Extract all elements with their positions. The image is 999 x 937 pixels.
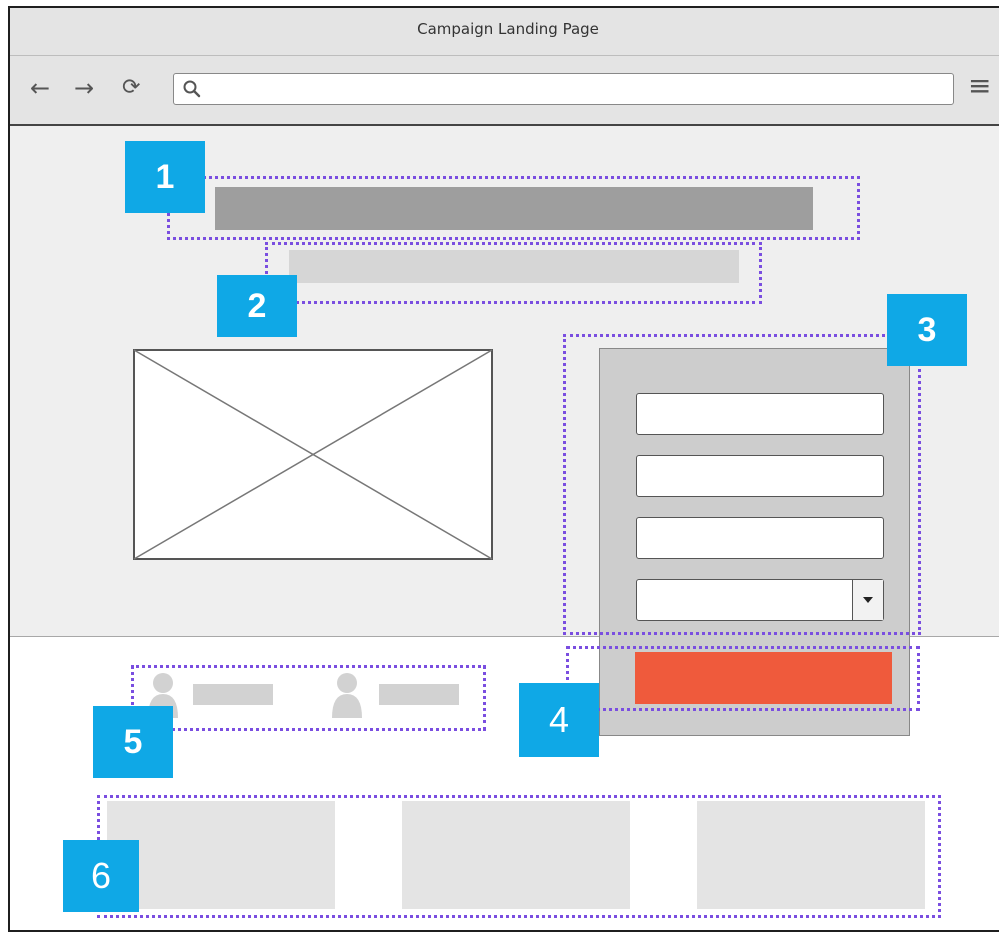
search-icon: [183, 80, 201, 98]
title-bar: Campaign Landing Page: [10, 8, 999, 56]
testimonial-name-placeholder: [379, 684, 459, 705]
callout-2: 2: [217, 275, 297, 337]
subheadline-placeholder: [289, 250, 739, 283]
feature-tile-1: [107, 801, 335, 909]
feature-tile-3: [697, 801, 925, 909]
back-arrow-icon[interactable]: ←: [30, 76, 50, 100]
headline-placeholder: [215, 187, 813, 230]
form-outline: [563, 334, 921, 635]
testimonial-name-placeholder: [193, 684, 273, 705]
user-avatar-icon: [332, 673, 362, 718]
address-input[interactable]: [208, 76, 942, 102]
browser-toolbar: ← → ⟳ ≡: [10, 56, 999, 126]
reload-icon[interactable]: ⟳: [122, 76, 140, 100]
callout-4: 4: [519, 683, 599, 757]
callout-5: 5: [93, 706, 173, 778]
address-bar[interactable]: [173, 73, 954, 105]
forward-arrow-icon[interactable]: →: [74, 76, 94, 100]
menu-icon[interactable]: ≡: [968, 72, 991, 100]
callout-6: 6: [63, 840, 139, 912]
hero-image-placeholder: [133, 349, 493, 560]
callout-3: 3: [887, 294, 967, 366]
window-title: Campaign Landing Page: [417, 20, 599, 38]
callout-1: 1: [125, 141, 205, 213]
submit-outline: [566, 646, 920, 711]
feature-tile-2: [402, 801, 630, 909]
